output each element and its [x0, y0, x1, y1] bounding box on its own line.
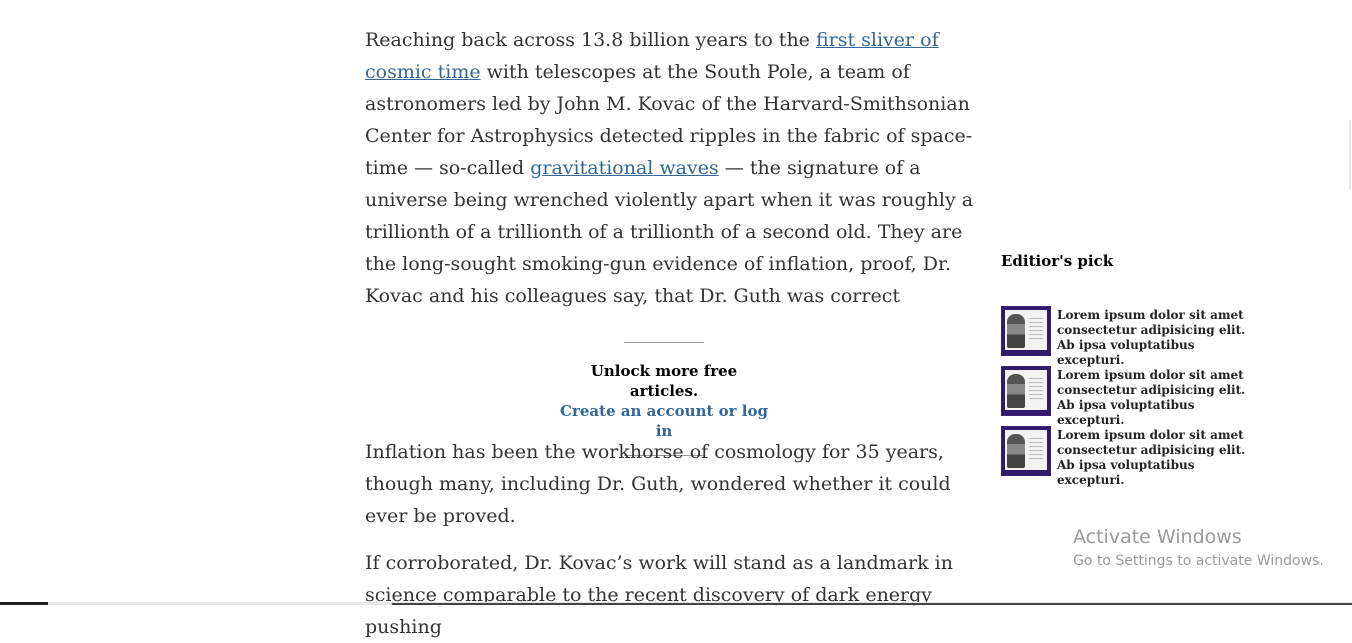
create-account-link[interactable]: Create an account or log in	[559, 401, 769, 441]
cutoff-text: g	[365, 0, 378, 4]
editors-pick-item[interactable]: Lorem ipsum dolor sit amet consectetur a…	[1001, 305, 1251, 368]
pick-headline[interactable]: Lorem ipsum dolor sit amet consectetur a…	[1057, 368, 1247, 428]
link-gravitational-waves[interactable]: gravitational waves	[530, 157, 719, 179]
watermark-subtitle: Go to Settings to activate Windows.	[1073, 553, 1324, 569]
editors-pick-item[interactable]: Lorem ipsum dolor sit amet consectetur a…	[1001, 365, 1251, 428]
article-paragraph-3: If corroborated, Dr. Kovac’s work will s…	[365, 552, 953, 638]
paragraph-text: — the signature of a universe being wren…	[365, 157, 974, 307]
pick-headline[interactable]: Lorem ipsum dolor sit amet consectetur a…	[1057, 308, 1247, 368]
article-paragraph-2: Inflation has been the workhorse of cosm…	[365, 441, 951, 527]
editors-pick-sidebar: Editior's pick Lorem ipsum dolor sit ame…	[1001, 250, 1251, 488]
editors-pick-item[interactable]: Lorem ipsum dolor sit amet consectetur a…	[1001, 425, 1251, 488]
scrollbar[interactable]	[1349, 120, 1351, 190]
article-paragraph-1: Reaching back across 13.8 billion years …	[365, 24, 980, 312]
paragraph-text: Reaching back across 13.8 billion years …	[365, 29, 816, 51]
pick-thumbnail[interactable]	[1001, 426, 1051, 476]
pick-thumbnail[interactable]	[1001, 306, 1051, 356]
divider	[624, 342, 704, 343]
pick-headline[interactable]: Lorem ipsum dolor sit amet consectetur a…	[1057, 428, 1247, 488]
unlock-text: Unlock more free articles.	[590, 362, 738, 400]
sidebar-title: Editior's pick	[1001, 252, 1114, 270]
watermark-title: Activate Windows	[1073, 526, 1242, 548]
activate-windows-watermark: Activate Windows Go to Settings to activ…	[1073, 526, 1324, 572]
pick-thumbnail[interactable]	[1001, 366, 1051, 416]
editors-pick-list: Lorem ipsum dolor sit amet consectetur a…	[1001, 305, 1251, 488]
